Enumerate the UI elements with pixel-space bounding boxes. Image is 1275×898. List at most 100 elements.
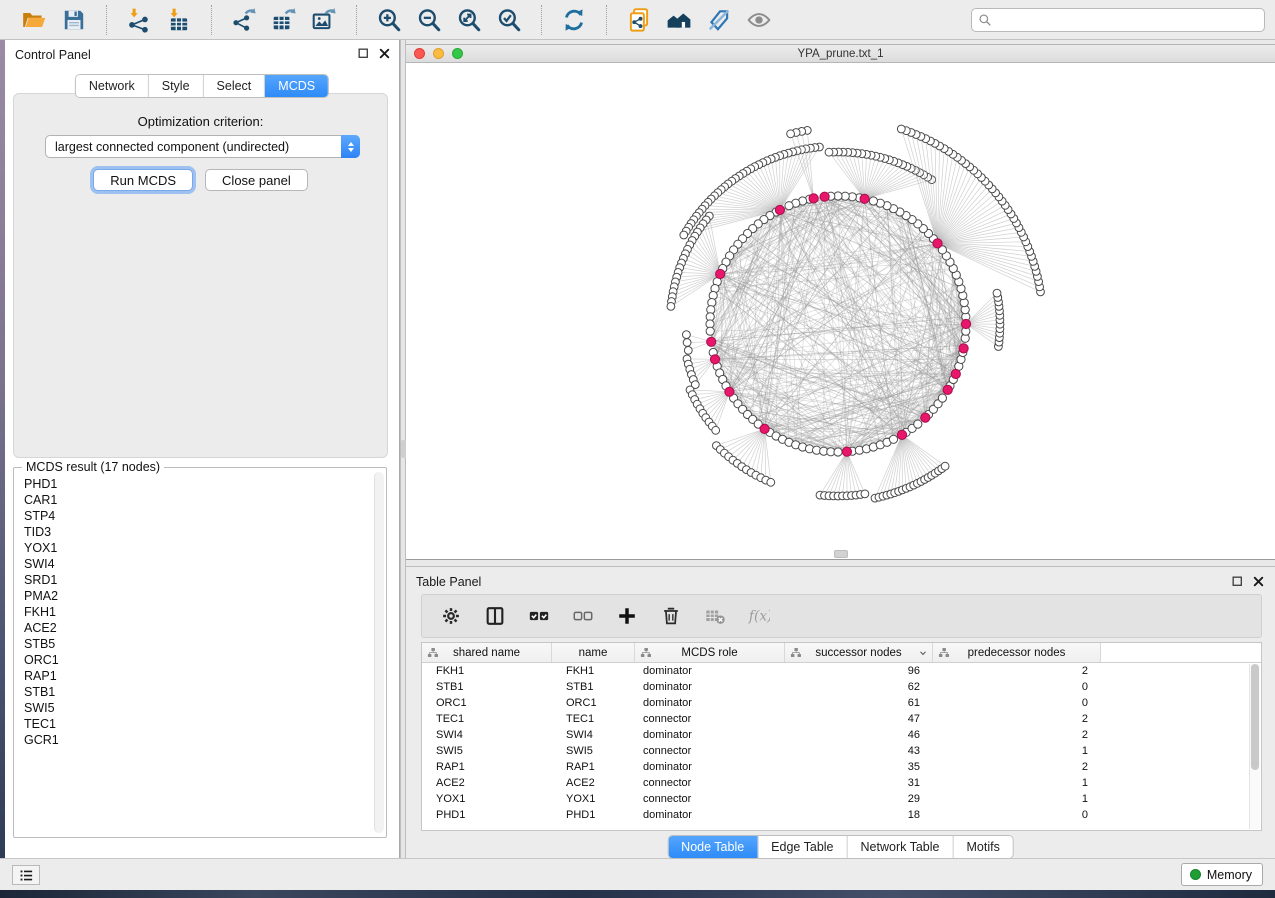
table-cell[interactable]: SWI5 (552, 745, 635, 757)
table-row[interactable]: ACE2ACE2connector311 (422, 775, 1261, 791)
table-cell[interactable]: YOX1 (552, 793, 635, 805)
mcds-result-item[interactable]: ORC1 (20, 652, 372, 668)
column-header-predecessor-nodes[interactable]: predecessor nodes (933, 643, 1101, 662)
table-cell[interactable]: ORC1 (552, 697, 635, 709)
mcds-result-item[interactable]: SRD1 (20, 572, 372, 588)
table-cell[interactable]: 46 (785, 729, 933, 741)
zoom-selected-button[interactable] (489, 3, 529, 37)
table-cell[interactable]: connector (635, 793, 785, 805)
table-cell[interactable]: SWI5 (422, 745, 552, 757)
tab-edge-table[interactable]: Edge Table (757, 836, 846, 858)
table-row[interactable]: ORC1ORC1dominator610 (422, 695, 1261, 711)
hide-labels-button[interactable] (699, 3, 739, 37)
close-panel-icon[interactable] (378, 47, 391, 60)
table-row[interactable]: TEC1TEC1connector472 (422, 711, 1261, 727)
table-cell[interactable]: dominator (635, 729, 785, 741)
mcds-result-item[interactable]: ACE2 (20, 620, 372, 636)
mcds-hub-node[interactable] (725, 387, 734, 396)
open-file-button[interactable] (14, 3, 54, 37)
add-column-button[interactable] (608, 598, 646, 634)
float-panel-icon[interactable] (357, 47, 370, 60)
table-cell[interactable]: SWI4 (552, 729, 635, 741)
column-header-shared-name[interactable]: shared name (422, 643, 552, 662)
table-cell[interactable]: FKH1 (552, 665, 635, 677)
select-all-rows-button[interactable] (520, 598, 558, 634)
delete-column-button[interactable] (652, 598, 690, 634)
mcds-result-item[interactable]: STP4 (20, 508, 372, 524)
zoom-in-button[interactable] (369, 3, 409, 37)
table-cell[interactable]: PHD1 (422, 809, 552, 821)
mcds-result-item[interactable]: SWI5 (20, 700, 372, 716)
ring-node[interactable] (914, 420, 922, 428)
leaf-node[interactable] (941, 462, 949, 470)
mcds-result-item[interactable]: STB1 (20, 684, 372, 700)
table-cell[interactable]: PHD1 (552, 809, 635, 821)
zoom-out-button[interactable] (409, 3, 449, 37)
close-table-panel-icon[interactable] (1252, 575, 1265, 588)
session-list-button[interactable] (12, 865, 40, 885)
mcds-hub-node[interactable] (842, 447, 851, 456)
mcds-result-item[interactable]: FKH1 (20, 604, 372, 620)
export-table-button[interactable] (264, 3, 304, 37)
table-cell[interactable]: 2 (933, 729, 1101, 741)
table-cell[interactable]: dominator (635, 681, 785, 693)
table-cell[interactable]: 0 (933, 681, 1101, 693)
mcds-result-item[interactable]: RAP1 (20, 668, 372, 684)
network-graph[interactable] (406, 64, 1275, 559)
mcds-hub-node[interactable] (951, 369, 960, 378)
table-cell[interactable]: 2 (933, 761, 1101, 773)
export-image-button[interactable] (304, 3, 344, 37)
column-header-MCDS-role[interactable]: MCDS role (635, 643, 785, 662)
table-cell[interactable]: STB1 (422, 681, 552, 693)
table-cell[interactable]: ACE2 (422, 777, 552, 789)
table-row[interactable]: STB1STB1dominator620 (422, 679, 1261, 695)
table-cell[interactable]: 2 (933, 713, 1101, 725)
ring-node[interactable] (869, 197, 877, 205)
network-file-button[interactable] (619, 3, 659, 37)
tab-mcds[interactable]: MCDS (264, 75, 328, 97)
table-cell[interactable]: 31 (785, 777, 933, 789)
horizontal-splitter-grip[interactable] (834, 550, 848, 558)
table-row[interactable]: FKH1FKH1dominator962 (422, 663, 1261, 679)
table-cell[interactable]: RAP1 (422, 761, 552, 773)
ring-node[interactable] (785, 202, 793, 210)
ring-node[interactable] (938, 394, 946, 402)
leaf-node[interactable] (825, 148, 833, 156)
table-cell[interactable]: 96 (785, 665, 933, 677)
mcds-hub-node[interactable] (959, 344, 968, 353)
tab-node-table[interactable]: Node Table (668, 836, 757, 858)
leaf-node[interactable] (993, 289, 1001, 297)
ring-node[interactable] (834, 448, 842, 456)
mcds-result-item[interactable]: PMA2 (20, 588, 372, 604)
table-cell[interactable]: 61 (785, 697, 933, 709)
mcds-result-scrollbar[interactable] (374, 472, 384, 833)
mcds-hub-node[interactable] (921, 413, 930, 422)
deselect-all-rows-button[interactable] (564, 598, 602, 634)
table-cell[interactable]: SWI4 (422, 729, 552, 741)
table-cell[interactable]: 1 (933, 793, 1101, 805)
close-panel-button[interactable]: Close panel (205, 169, 308, 191)
zoom-fit-button[interactable] (449, 3, 489, 37)
mcds-hub-node[interactable] (710, 355, 719, 364)
mcds-hub-node[interactable] (775, 205, 784, 214)
export-network-button[interactable] (224, 3, 264, 37)
table-cell[interactable]: connector (635, 777, 785, 789)
table-row[interactable]: SWI4SWI4dominator462 (422, 727, 1261, 743)
mcds-result-item[interactable]: TEC1 (20, 716, 372, 732)
ring-node[interactable] (889, 435, 897, 443)
leaf-node[interactable] (767, 478, 775, 486)
leaf-node[interactable] (680, 231, 688, 239)
mcds-hub-node[interactable] (760, 424, 769, 433)
import-table-button[interactable] (159, 3, 199, 37)
tab-network-table[interactable]: Network Table (847, 836, 953, 858)
tab-network[interactable]: Network (76, 75, 148, 97)
table-cell[interactable]: 0 (933, 809, 1101, 821)
mcds-result-item[interactable]: SWI4 (20, 556, 372, 572)
leaf-node[interactable] (667, 303, 675, 311)
mcds-result-item[interactable]: STB5 (20, 636, 372, 652)
leaf-node[interactable] (683, 339, 691, 347)
tab-style[interactable]: Style (148, 75, 203, 97)
mcds-hub-node[interactable] (961, 319, 970, 328)
search-input[interactable] (997, 10, 1258, 30)
table-cell[interactable]: dominator (635, 761, 785, 773)
